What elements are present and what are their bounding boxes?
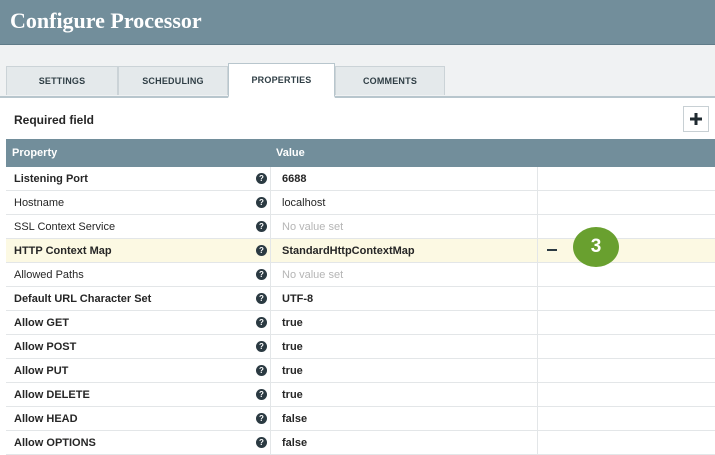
column-header-value[interactable]: Value	[276, 147, 305, 159]
property-name: HTTP Context Map	[14, 245, 112, 257]
column-divider	[537, 359, 538, 382]
property-value[interactable]: false	[282, 437, 307, 449]
property-value[interactable]: StandardHttpContextMap	[282, 245, 415, 257]
help-icon[interactable]: ?	[256, 173, 267, 184]
column-divider	[537, 263, 538, 286]
table-row[interactable]: Allow OPTIONS? false	[6, 431, 715, 455]
help-icon[interactable]: ?	[256, 197, 267, 208]
property-value[interactable]: true	[282, 389, 303, 401]
column-divider	[270, 239, 271, 262]
plus-icon	[690, 113, 702, 125]
column-divider	[270, 383, 271, 406]
help-icon[interactable]: ?	[256, 365, 267, 376]
help-icon[interactable]: ?	[256, 341, 267, 352]
property-name: Allow GET	[14, 317, 69, 329]
help-icon[interactable]: ?	[256, 413, 267, 424]
help-icon[interactable]: ?	[256, 317, 267, 328]
column-divider	[270, 215, 271, 238]
properties-table: Listening Port? 6688 Hostname? localhost SSL…	[6, 167, 715, 455]
property-value[interactable]: localhost	[282, 197, 325, 209]
property-name: Allow PUT	[14, 365, 69, 377]
table-row[interactable]: Listening Port? 6688	[6, 167, 715, 191]
column-divider	[270, 359, 271, 382]
property-value[interactable]: No value set	[282, 221, 343, 233]
property-name: Listening Port	[14, 173, 88, 185]
column-divider	[537, 215, 538, 238]
column-divider	[270, 431, 271, 454]
table-header: Property Value	[6, 139, 715, 167]
table-row[interactable]: Allow DELETE? true	[6, 383, 715, 407]
help-icon[interactable]: ?	[256, 269, 267, 280]
property-name: Allowed Paths	[14, 269, 84, 281]
property-name: Allow POST	[14, 341, 77, 353]
column-divider	[537, 239, 538, 262]
table-row[interactable]: Allow GET? true	[6, 311, 715, 335]
tab-underline	[0, 96, 715, 98]
column-divider	[537, 167, 538, 190]
table-row[interactable]: Allow HEAD? false	[6, 407, 715, 431]
help-icon[interactable]: ?	[256, 245, 267, 256]
column-divider	[537, 287, 538, 310]
column-divider	[537, 407, 538, 430]
property-value[interactable]: UTF-8	[282, 293, 313, 305]
property-value[interactable]: true	[282, 317, 303, 329]
required-field-label: Required field	[14, 113, 95, 127]
add-property-button[interactable]	[683, 106, 709, 132]
help-icon[interactable]: ?	[256, 293, 267, 304]
property-name: Allow OPTIONS	[14, 437, 96, 449]
table-row[interactable]: Allowed Paths? No value set	[6, 263, 715, 287]
goto-service-arrow-icon[interactable]	[547, 249, 557, 251]
property-value[interactable]: true	[282, 365, 303, 377]
column-divider	[537, 431, 538, 454]
tab-settings[interactable]: SETTINGS	[6, 66, 118, 95]
table-row[interactable]: Allow PUT? true	[6, 359, 715, 383]
tab-scheduling[interactable]: SCHEDULING	[118, 66, 228, 95]
property-name: Default URL Character Set	[14, 293, 152, 305]
table-row[interactable]: Hostname? localhost	[6, 191, 715, 215]
help-icon[interactable]: ?	[256, 221, 267, 232]
property-value[interactable]: false	[282, 413, 307, 425]
property-name: Allow HEAD	[14, 413, 78, 425]
column-divider	[270, 167, 271, 190]
column-header-property[interactable]: Property	[12, 147, 57, 159]
property-name: Hostname	[14, 197, 65, 209]
property-value[interactable]: 6688	[282, 173, 306, 185]
column-divider	[270, 311, 271, 334]
column-divider	[270, 191, 271, 214]
property-name: Allow DELETE	[14, 389, 90, 401]
table-row[interactable]: Allow POST? true	[6, 335, 715, 359]
column-divider	[270, 407, 271, 430]
tab-properties[interactable]: PROPERTIES	[228, 63, 335, 98]
column-divider	[537, 383, 538, 406]
column-divider	[537, 311, 538, 334]
tab-comments[interactable]: COMMENTS	[335, 66, 445, 95]
column-divider	[537, 191, 538, 214]
column-divider	[270, 335, 271, 358]
property-name: SSL Context Service	[14, 221, 116, 233]
property-value[interactable]: No value set	[282, 269, 343, 281]
column-divider	[270, 263, 271, 286]
column-divider	[270, 287, 271, 310]
table-row[interactable]: Default URL Character Set? UTF-8	[6, 287, 715, 311]
property-value[interactable]: true	[282, 341, 303, 353]
help-icon[interactable]: ?	[256, 437, 267, 448]
step-callout-badge: 3	[573, 227, 619, 267]
help-icon[interactable]: ?	[256, 389, 267, 400]
title-bar: Configure Processor	[0, 0, 715, 45]
column-divider	[537, 335, 538, 358]
dialog-title: Configure Processor	[10, 8, 202, 33]
